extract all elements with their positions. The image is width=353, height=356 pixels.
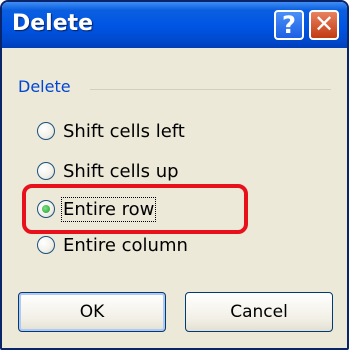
help-icon: ? bbox=[282, 11, 296, 39]
ok-button[interactable]: OK bbox=[18, 292, 166, 332]
cancel-button[interactable]: Cancel bbox=[185, 292, 333, 332]
title-bar[interactable]: Delete ? ✕ bbox=[2, 2, 347, 48]
help-button[interactable]: ? bbox=[274, 10, 304, 40]
dialog-title: Delete bbox=[12, 11, 94, 36]
option-label: Shift cells up bbox=[63, 160, 179, 182]
option-shift-cells-left[interactable]: Shift cells left bbox=[37, 117, 185, 145]
radio-button-icon[interactable] bbox=[37, 162, 55, 180]
group-legend: Delete bbox=[18, 77, 71, 96]
group-divider bbox=[90, 89, 331, 90]
close-icon: ✕ bbox=[313, 10, 335, 38]
close-button[interactable]: ✕ bbox=[309, 10, 339, 40]
delete-dialog: Delete ? ✕ Delete Shift cells left Shift… bbox=[0, 0, 349, 350]
option-label: Entire column bbox=[63, 234, 188, 256]
option-entire-column[interactable]: Entire column bbox=[37, 231, 188, 259]
highlight-annotation bbox=[22, 184, 248, 234]
option-shift-cells-up[interactable]: Shift cells up bbox=[37, 157, 179, 185]
radio-button-icon[interactable] bbox=[37, 122, 55, 140]
option-label: Shift cells left bbox=[63, 120, 185, 142]
radio-button-icon[interactable] bbox=[37, 236, 55, 254]
